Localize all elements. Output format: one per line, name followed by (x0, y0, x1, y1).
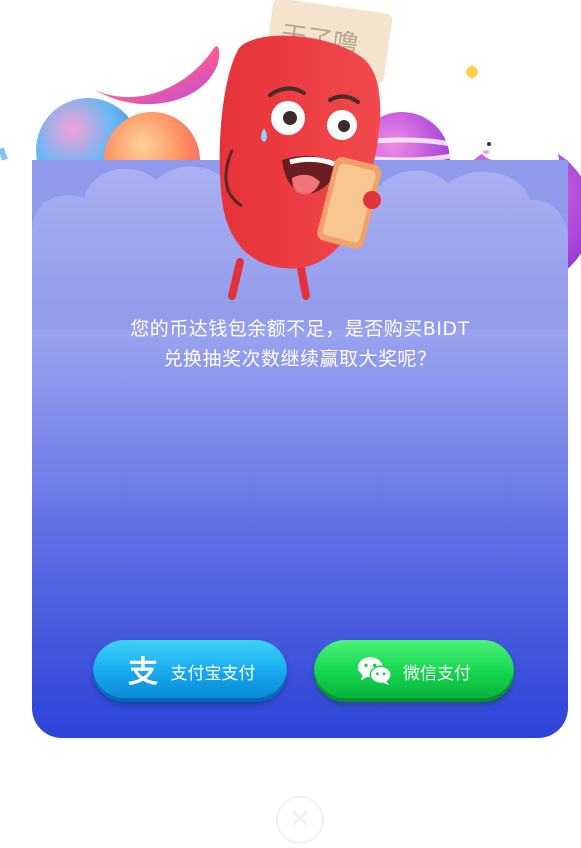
message-line-2: 兑换抽奖次数继续赢取大奖呢？ (163, 348, 437, 370)
comet-streak (95, 46, 220, 105)
alipay-icon: 支 (125, 653, 161, 689)
lottery-dialog: 天了噜 您的币达钱包余额不足，是否购买BIDT 兑换抽奖次数继续赢取大奖呢？ 支… (0, 0, 581, 848)
wechat-icon (357, 653, 393, 689)
close-icon (291, 809, 309, 831)
svg-text:支: 支 (128, 655, 158, 688)
wechat-pay-button[interactable]: 微信支付 (314, 640, 514, 702)
wechat-pay-label: 微信支付 (403, 663, 471, 684)
message-line-1: 您的币达钱包余额不足，是否购买BIDT (130, 318, 470, 340)
alipay-pay-label: 支付宝支付 (170, 663, 256, 684)
insufficient-balance-message: 您的币达钱包余额不足，是否购买BIDT 兑换抽奖次数继续赢取大奖呢？ (32, 314, 568, 374)
alipay-pay-button[interactable]: 支 支付宝支付 (93, 640, 287, 702)
close-button[interactable] (276, 796, 324, 844)
